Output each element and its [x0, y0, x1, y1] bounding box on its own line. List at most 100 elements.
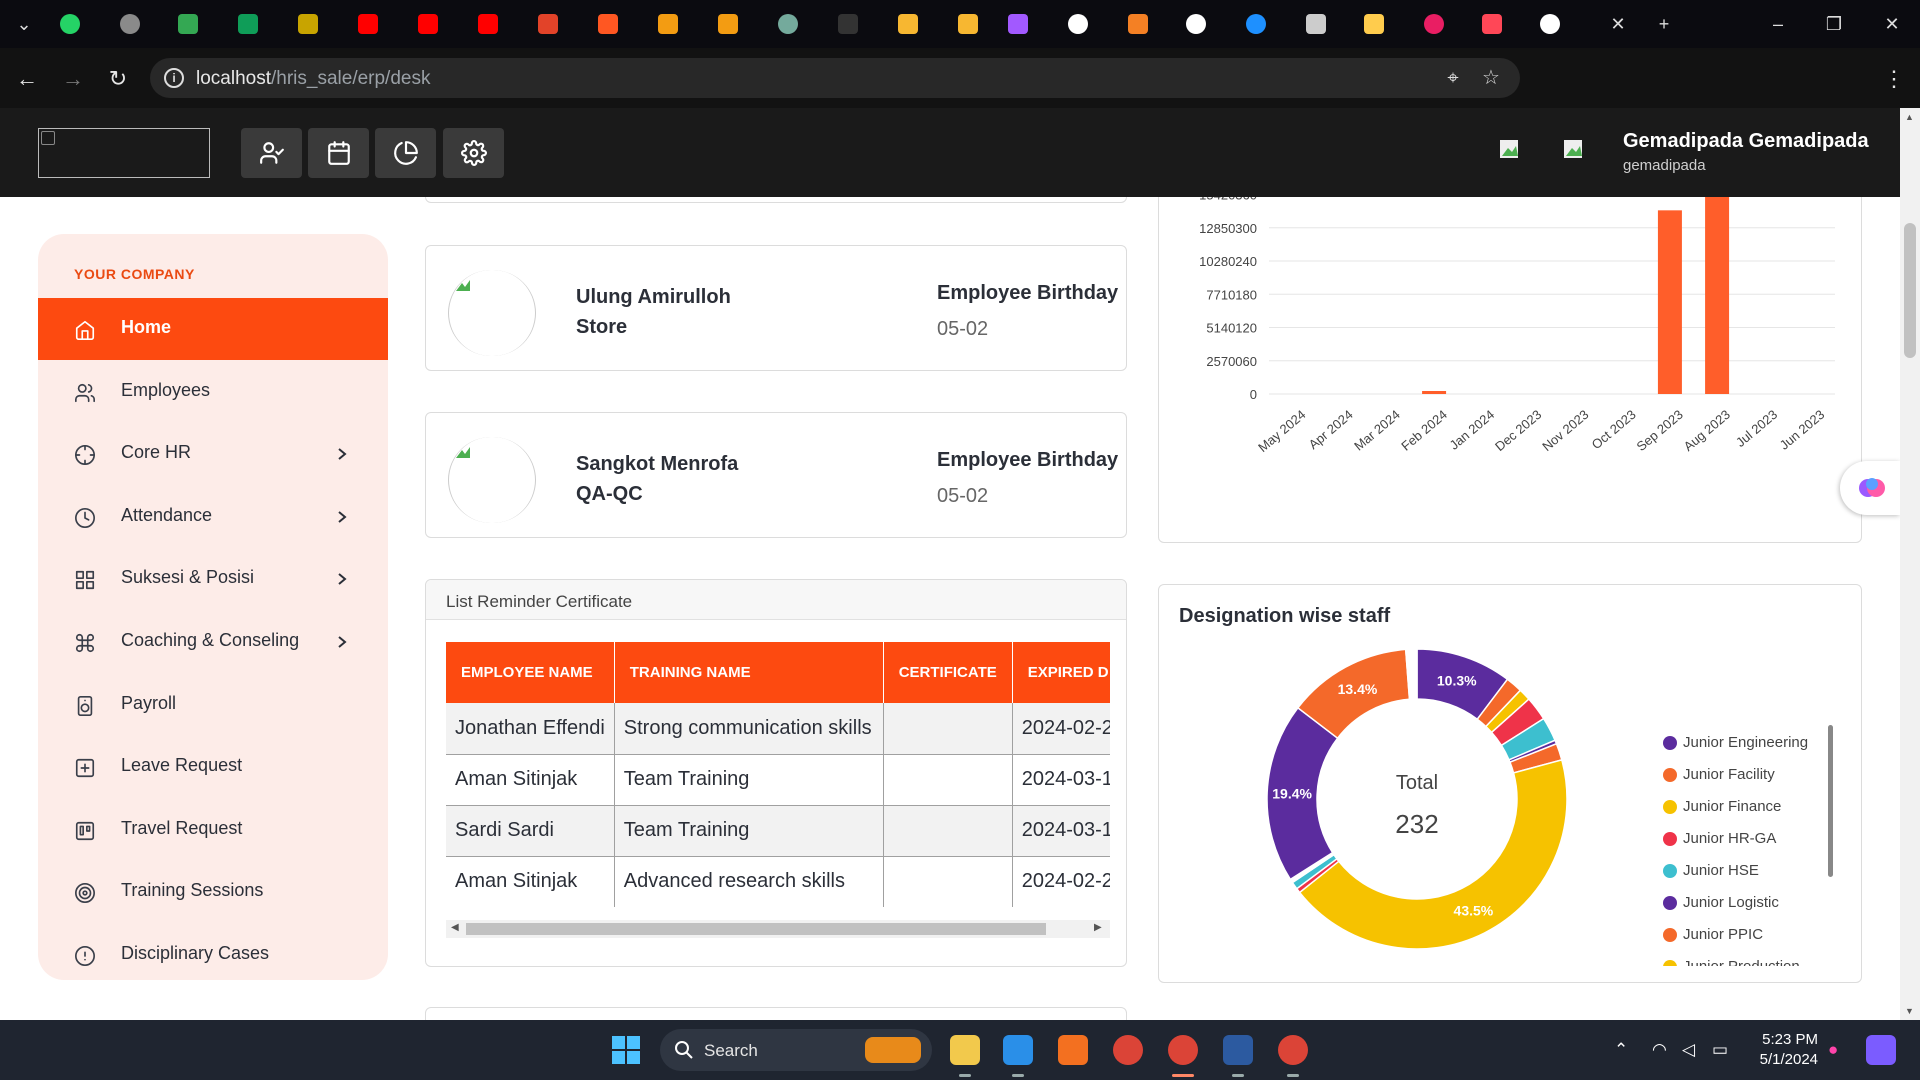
xampp-icon[interactable]	[1058, 1035, 1088, 1065]
sidebar-item-travel-request[interactable]: Travel Request	[38, 799, 388, 861]
tab-youtube-3[interactable]	[478, 14, 498, 34]
table-row[interactable]: Aman Sitinjak Advanced research skills 202…	[446, 856, 1110, 907]
scrollbar-thumb[interactable]	[466, 923, 1046, 935]
tab-shield[interactable]	[1306, 14, 1326, 34]
tab-figma[interactable]	[1008, 14, 1028, 34]
column-header[interactable]: CERTIFICATE	[883, 642, 1013, 703]
tab-xxi[interactable]	[298, 14, 318, 34]
chrome-second-icon[interactable]	[1278, 1035, 1308, 1065]
tab-youtube-2[interactable]	[418, 14, 438, 34]
site-info-icon[interactable]: i	[164, 68, 184, 88]
scroll-up-arrow-icon[interactable]: ▲	[1905, 112, 1914, 122]
sidebar-item-attendance[interactable]: Attendance	[38, 486, 388, 548]
chart-legend[interactable]: Junior Engineering Junior Facility Junior …	[1663, 733, 1843, 966]
tab-site-f[interactable]	[1246, 14, 1266, 34]
scroll-right-arrow-icon[interactable]: ▶	[1094, 922, 1102, 933]
tab-stackoverflow[interactable]	[1128, 14, 1148, 34]
tab-whatsapp[interactable]	[60, 14, 80, 34]
horizontal-scrollbar[interactable]: ◀ ▶	[446, 920, 1110, 938]
user-check-button[interactable]	[241, 128, 302, 178]
notification-image-icon[interactable]	[1496, 136, 1524, 164]
scroll-left-arrow-icon[interactable]: ◀	[451, 922, 459, 933]
tab-hand[interactable]	[1364, 14, 1384, 34]
reload-icon[interactable]: ↻	[104, 65, 132, 93]
tab-google[interactable]	[1540, 14, 1560, 34]
reports-button[interactable]	[375, 128, 436, 178]
copilot-icon[interactable]	[1866, 1035, 1896, 1065]
back-arrow-icon[interactable]: ←	[13, 65, 41, 93]
tab-gitlab[interactable]	[538, 14, 558, 34]
scroll-down-arrow-icon[interactable]: ▼	[1905, 1006, 1914, 1016]
new-tab-icon[interactable]: +	[1652, 12, 1676, 36]
bookmark-star-icon[interactable]: ☆	[1480, 67, 1502, 89]
sidebar-item-home[interactable]: Home	[38, 298, 388, 360]
close-tab-icon[interactable]: ✕	[1606, 12, 1630, 36]
sidebar-item-leave-request[interactable]: Leave Request	[38, 736, 388, 798]
tab-site-c[interactable]	[838, 14, 858, 34]
chrome-profile-icon[interactable]	[1168, 1035, 1198, 1065]
tab-site-g[interactable]	[1424, 14, 1444, 34]
file-explorer-icon[interactable]	[950, 1035, 980, 1065]
scrollbar-thumb[interactable]	[1904, 223, 1916, 358]
user-avatar[interactable]	[1560, 136, 1588, 164]
windows-start-icon[interactable]	[612, 1036, 640, 1064]
address-bar[interactable]: i localhost/hris_sale/erp/desk ⌖ ☆	[150, 58, 1520, 98]
notification-bell-icon[interactable]: ●	[1828, 1040, 1838, 1060]
tab-meet[interactable]	[178, 14, 198, 34]
sidebar-item-training-sessions[interactable]: Training Sessions	[38, 861, 388, 923]
tray-overflow-icon[interactable]: ⌃	[1614, 1040, 1628, 1060]
company-logo[interactable]	[38, 128, 210, 178]
taskbar-clock[interactable]: 5:23 PM 5/1/2024	[1752, 1030, 1818, 1070]
battery-icon[interactable]: ▭	[1712, 1040, 1728, 1060]
sidebar-item-payroll[interactable]: Payroll	[38, 674, 388, 736]
employee-department: Store	[576, 316, 628, 338]
tab-firebase[interactable]	[598, 14, 618, 34]
tab-site-d[interactable]	[898, 14, 918, 34]
page-scrollbar[interactable]: ▲ ▼	[1900, 108, 1920, 1020]
table-row[interactable]: Sardi Sardi Team Training 2024-03-1	[446, 805, 1110, 857]
tab-site-b[interactable]	[718, 14, 738, 34]
column-header[interactable]: TRAINING NAME	[614, 642, 884, 703]
bar-aug-2023[interactable]	[1705, 197, 1730, 394]
tab-search-chevron-icon[interactable]: ⌄	[12, 12, 36, 36]
url-text[interactable]: localhost/hris_sale/erp/desk	[196, 68, 430, 90]
volume-icon[interactable]: ◁	[1682, 1040, 1695, 1060]
certificate-table-wrapper[interactable]: EMPLOYEE NAME TRAINING NAME CERTIFICATE …	[446, 642, 1110, 907]
tab-sheets[interactable]	[238, 14, 258, 34]
tab-site-e[interactable]	[958, 14, 978, 34]
tab-vercel[interactable]	[1068, 14, 1088, 34]
sidebar-item-core-hr[interactable]: Core HR	[38, 423, 388, 485]
legend-scrollbar[interactable]	[1828, 725, 1833, 877]
sidebar-item-suksesi-posisi[interactable]: Suksesi & Posisi	[38, 548, 388, 610]
powershell-icon[interactable]	[1223, 1035, 1253, 1065]
user-name[interactable]: Gemadipada Gemadipada	[1623, 130, 1869, 153]
minimize-window-icon[interactable]: –	[1766, 12, 1790, 36]
close-window-icon[interactable]: ✕	[1880, 12, 1904, 36]
tab-site-a[interactable]	[658, 14, 678, 34]
wifi-icon[interactable]: ◠	[1652, 1040, 1667, 1060]
tab-site-h[interactable]	[1482, 14, 1502, 34]
restore-window-icon[interactable]: ❐	[1822, 12, 1846, 36]
tab-globe[interactable]	[120, 14, 140, 34]
sidebar-item-disciplinary-cases[interactable]: Disciplinary Cases	[38, 924, 388, 980]
tab-github[interactable]	[1186, 14, 1206, 34]
calendar-button[interactable]	[308, 128, 369, 178]
sidebar-item-coaching-conseling[interactable]: Coaching & Conseling	[38, 611, 388, 673]
location-pin-icon[interactable]: ⌖	[1442, 67, 1464, 89]
forward-arrow-icon[interactable]: →	[59, 65, 87, 93]
table-row[interactable]: Jonathan Effendi Strong communication ski…	[446, 703, 1110, 755]
assistant-floating-button[interactable]	[1840, 461, 1900, 515]
browser-menu-icon[interactable]: ⋮	[1880, 65, 1908, 93]
taskbar-search[interactable]: Search	[660, 1029, 932, 1071]
bar-feb-2024[interactable]	[1422, 391, 1447, 394]
column-header[interactable]: EXPIRED D	[1012, 642, 1110, 703]
column-header[interactable]: EMPLOYEE NAME	[446, 642, 615, 703]
vscode-icon[interactable]	[1003, 1035, 1033, 1065]
settings-button[interactable]	[443, 128, 504, 178]
sidebar-item-employees[interactable]: Employees	[38, 361, 388, 423]
bar-sep-2023[interactable]	[1657, 210, 1682, 394]
chrome-icon[interactable]	[1113, 1035, 1143, 1065]
tab-chatgpt[interactable]	[778, 14, 798, 34]
table-row[interactable]: Aman Sitinjak Team Training 2024-03-1	[446, 754, 1110, 806]
tab-youtube-1[interactable]	[358, 14, 378, 34]
